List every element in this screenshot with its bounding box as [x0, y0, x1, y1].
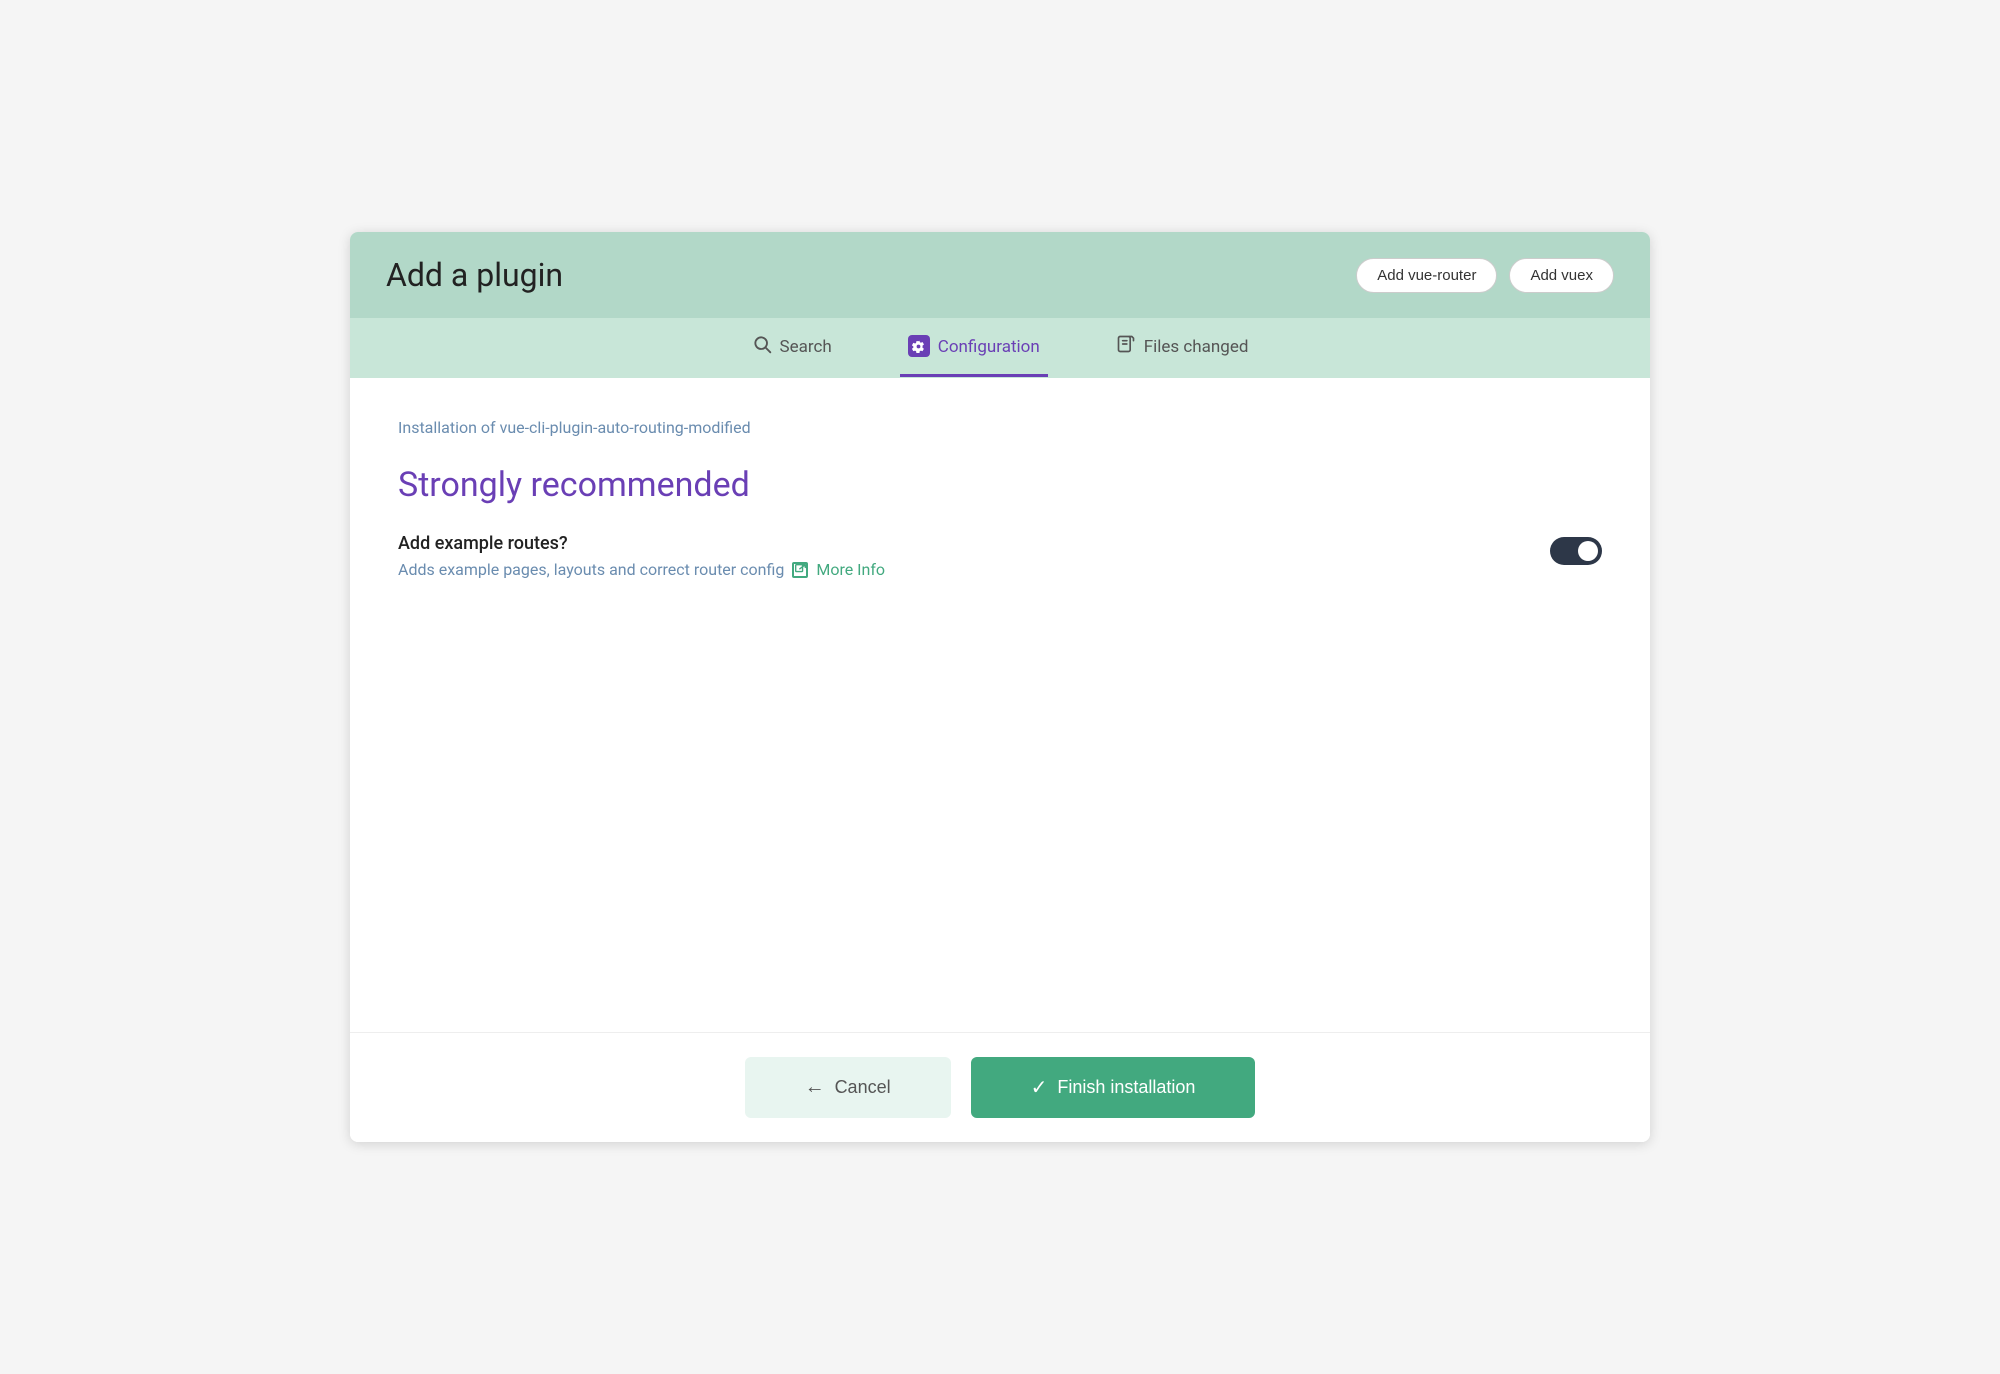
- option-description: Adds example pages, layouts and correct …: [398, 560, 885, 579]
- cancel-button[interactable]: ← Cancel: [745, 1057, 951, 1118]
- tab-configuration-label: Configuration: [938, 337, 1040, 357]
- tabs-bar: Search Configuration Fi: [350, 318, 1650, 378]
- files-icon: [1116, 334, 1136, 359]
- option-row: Add example routes? Adds example pages, …: [398, 533, 1602, 579]
- tab-files-changed-label: Files changed: [1144, 337, 1249, 357]
- cancel-label: Cancel: [835, 1077, 891, 1098]
- installation-subtitle: Installation of vue-cli-plugin-auto-rout…: [398, 418, 1602, 437]
- page-title: Add a plugin: [386, 256, 563, 294]
- config-icon: [908, 335, 930, 358]
- external-link-icon: [792, 562, 808, 578]
- content-spacer: [398, 579, 1602, 992]
- arrow-left-icon: ←: [805, 1076, 825, 1099]
- option-desc-text: Adds example pages, layouts and correct …: [398, 560, 784, 579]
- option-label: Add example routes?: [398, 533, 885, 554]
- tab-files-changed[interactable]: Files changed: [1108, 318, 1257, 378]
- finish-label: Finish installation: [1057, 1077, 1195, 1098]
- toggle-track: [1550, 537, 1602, 565]
- search-icon: [752, 334, 772, 359]
- tab-search[interactable]: Search: [744, 318, 840, 378]
- example-routes-toggle[interactable]: [1550, 537, 1602, 565]
- add-vuex-button[interactable]: Add vuex: [1509, 258, 1614, 293]
- finish-installation-button[interactable]: ✓ Finish installation: [971, 1057, 1256, 1118]
- toggle-wrapper: [1550, 537, 1602, 565]
- tab-configuration[interactable]: Configuration: [900, 319, 1048, 377]
- add-vue-router-button[interactable]: Add vue-router: [1356, 258, 1497, 293]
- header-buttons: Add vue-router Add vuex: [1356, 258, 1614, 293]
- section-title: Strongly recommended: [398, 465, 1602, 505]
- main-content: Installation of vue-cli-plugin-auto-rout…: [350, 378, 1650, 1032]
- option-text: Add example routes? Adds example pages, …: [398, 533, 885, 579]
- footer: ← Cancel ✓ Finish installation: [350, 1032, 1650, 1142]
- app-container: Add a plugin Add vue-router Add vuex Sea…: [350, 232, 1650, 1142]
- header: Add a plugin Add vue-router Add vuex: [350, 232, 1650, 318]
- toggle-thumb: [1578, 541, 1598, 561]
- check-icon: ✓: [1031, 1075, 1048, 1100]
- tab-search-label: Search: [780, 337, 832, 357]
- more-info-link[interactable]: More Info: [816, 560, 885, 579]
